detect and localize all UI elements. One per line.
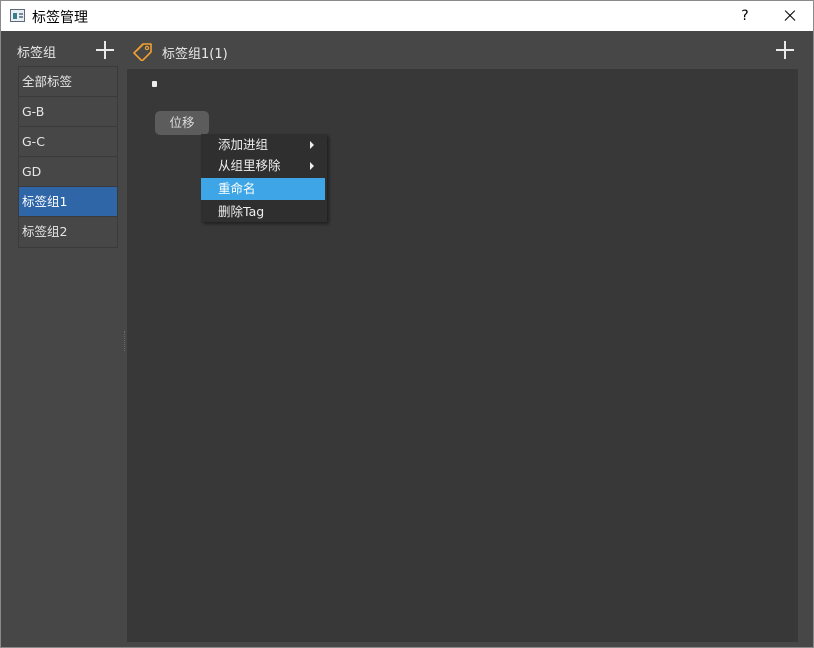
add-group-button[interactable] (96, 41, 114, 59)
menu-item-delete-tag[interactable]: 删除Tag (201, 201, 325, 223)
group-list: 全部标签 G-B G-C GD 标签组1 标签组2 (18, 66, 118, 248)
panel-splitter[interactable] (124, 331, 126, 351)
drag-handle-icon (152, 81, 157, 87)
tag-icon (133, 43, 152, 61)
title-bar: 标签管理 ? (1, 1, 813, 31)
menu-item-rename[interactable]: 重命名 (201, 178, 325, 200)
submenu-arrow-icon (310, 162, 314, 170)
menu-item-label: 删除Tag (218, 204, 265, 219)
add-tag-button[interactable] (776, 41, 794, 59)
menu-item-label: 添加进组 (218, 137, 269, 152)
group-item-tag-group-1[interactable]: 标签组1 (19, 187, 117, 217)
group-item-gd[interactable]: GD (19, 157, 117, 187)
help-button[interactable]: ? (729, 1, 761, 31)
submenu-arrow-icon (310, 141, 314, 149)
app-window-icon (10, 9, 25, 22)
group-item-all[interactable]: 全部标签 (19, 67, 117, 97)
group-item-g-b[interactable]: G-B (19, 97, 117, 127)
menu-item-label: 从组里移除 (218, 158, 281, 173)
current-group-title: 标签组1(1) (162, 47, 228, 62)
tag-groups-header: 标签组 (17, 46, 57, 61)
tag-chip[interactable]: 位移 (155, 111, 209, 135)
menu-item-remove-from-group[interactable]: 从组里移除 (201, 155, 325, 177)
context-menu: 添加进组 从组里移除 重命名 删除Tag (201, 134, 327, 222)
menu-item-label: 重命名 (218, 181, 256, 196)
group-item-g-c[interactable]: G-C (19, 127, 117, 157)
menu-item-add-to-group[interactable]: 添加进组 (201, 134, 325, 156)
tag-manager-window: 标签管理 ? 标签组 全部标签 G-B G-C GD 标签组1 标签组2 标签组… (0, 0, 814, 648)
close-button[interactable] (775, 1, 805, 31)
window-title: 标签管理 (32, 10, 88, 26)
group-item-tag-group-2[interactable]: 标签组2 (19, 217, 117, 247)
